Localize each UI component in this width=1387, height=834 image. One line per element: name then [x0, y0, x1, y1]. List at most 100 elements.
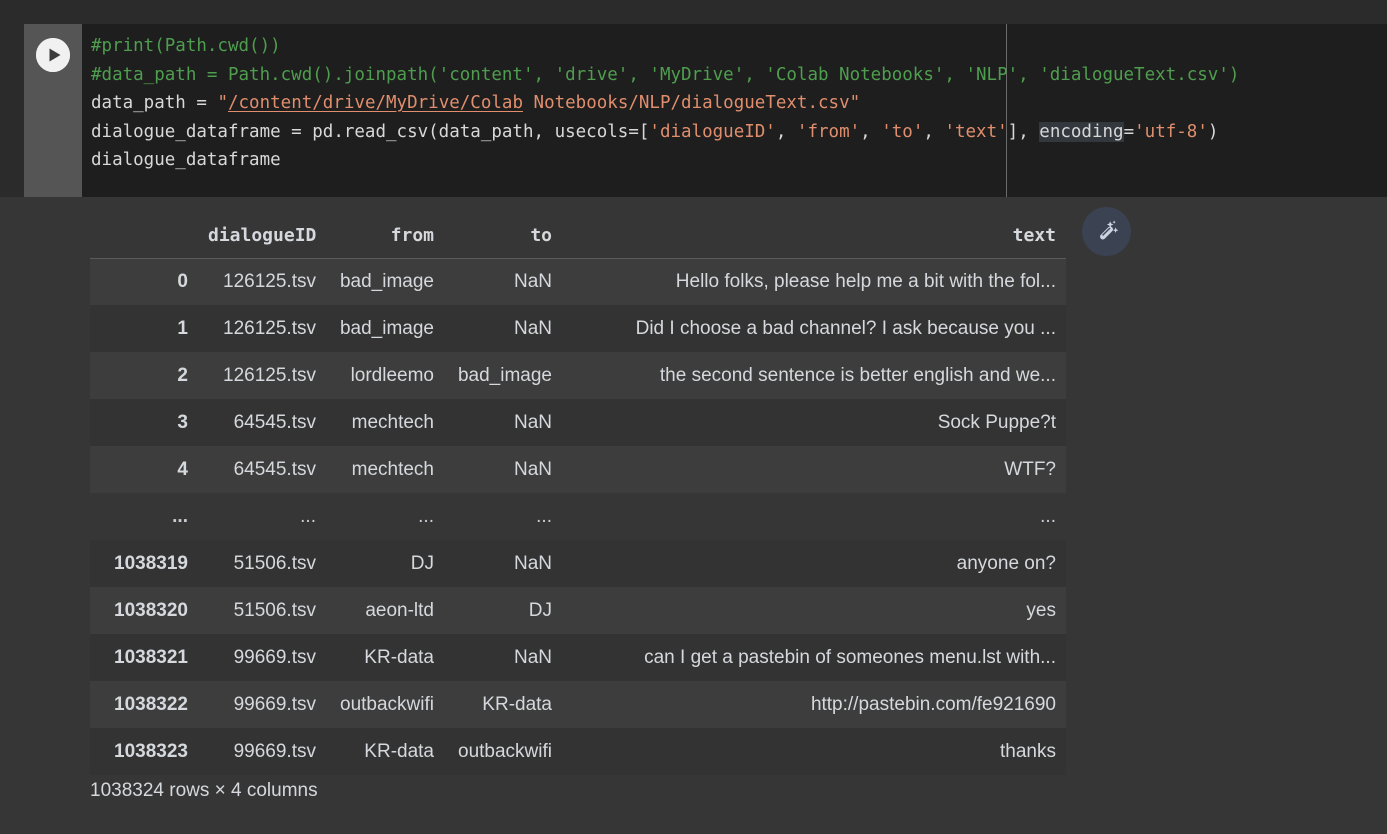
cell-dialogueID: ... [198, 493, 326, 540]
row-index-cell: 1 [90, 305, 198, 352]
code-token: , [775, 121, 797, 142]
cell-text: anyone on? [562, 540, 1066, 587]
code-token: 'dialogueID' [649, 121, 776, 142]
play-icon [36, 38, 70, 72]
cell-to: outbackwifi [444, 728, 562, 775]
cell-to: KR-data [444, 681, 562, 728]
dataframe-table: dialogueID from to text 0 126125.tsv bad_i… [90, 210, 1066, 775]
cell-text: the second sentence is better english an… [562, 352, 1066, 399]
dataframe-ellipsis-row: ............... [90, 493, 1066, 540]
dataframe-row: 1038323 99669.tsv KR-data outbackwifi thanks [90, 728, 1066, 775]
cell-to: ... [444, 493, 562, 540]
column-header-text: text [562, 210, 1066, 259]
code-token: 'utf-8' [1134, 121, 1208, 142]
code-line-2: #data_path = Path.cwd().joinpath('conten… [91, 61, 1387, 90]
cell-text: Did I choose a bad channel? I ask becaus… [562, 305, 1066, 352]
cell-text: ... [562, 493, 1066, 540]
cell-text: Hello folks, please help me a bit with t… [562, 258, 1066, 305]
cell-from: aeon-ltd [326, 587, 444, 634]
cell-output: dialogueID from to text 0 126125.tsv bad_i… [0, 197, 1387, 834]
cell-dialogueID: 126125.tsv [198, 258, 326, 305]
generate-with-ai-button[interactable] [1082, 207, 1131, 256]
cell-dialogueID: 64545.tsv [198, 446, 326, 493]
cell-text: can I get a pastebin of someones menu.ls… [562, 634, 1066, 681]
code-editor[interactable]: #print(Path.cwd()) #data_path = Path.cwd(… [82, 24, 1387, 197]
cell-from: mechtech [326, 399, 444, 446]
row-index-cell: 1038323 [90, 728, 198, 775]
cell-from: outbackwifi [326, 681, 444, 728]
dataframe-row: 2 126125.tsv lordleemo bad_image the second … [90, 352, 1066, 399]
dataframe-row: 3 64545.tsv mechtech NaN Sock Puppe?t [90, 399, 1066, 446]
cell-from: mechtech [326, 446, 444, 493]
dataframe-row: 0 126125.tsv bad_image NaN Hello folks, plea… [90, 258, 1066, 305]
cell-dialogueID: 99669.tsv [198, 634, 326, 681]
cell-dialogueID: 126125.tsv [198, 352, 326, 399]
cell-text: thanks [562, 728, 1066, 775]
magic-wand-icon [1099, 219, 1118, 239]
cell-to: NaN [444, 540, 562, 587]
cell-text: WTF? [562, 446, 1066, 493]
cell-from: KR-data [326, 728, 444, 775]
cell-from: ... [326, 493, 444, 540]
row-index-cell: 1038320 [90, 587, 198, 634]
row-index-cell: 1038321 [90, 634, 198, 681]
cell-text: yes [562, 587, 1066, 634]
cell-dialogueID: 99669.tsv [198, 728, 326, 775]
cell-dialogueID: 64545.tsv [198, 399, 326, 446]
cell-dialogueID: 51506.tsv [198, 587, 326, 634]
code-token: , [860, 121, 882, 142]
notebook-page: #print(Path.cwd()) #data_path = Path.cwd(… [0, 0, 1387, 834]
code-token: /content/drive/MyDrive/Colab [227, 93, 523, 113]
code-token: 'to' [881, 121, 924, 142]
row-index-cell: 1038319 [90, 540, 198, 587]
dataframe-shape-label: 1038324 rows × 4 columns [90, 780, 318, 801]
code-token: 'from' [796, 121, 861, 142]
dataframe-row: 1038321 99669.tsv KR-data NaN can I get a pa… [90, 634, 1066, 681]
cell-to: DJ [444, 587, 562, 634]
dataframe-container: dialogueID from to text 0 126125.tsv bad_i… [90, 210, 1066, 775]
code-token: 'text' [944, 121, 1008, 142]
cell-to: NaN [444, 305, 562, 352]
code-token: dialogue_dataframe [91, 150, 281, 170]
code-token: Notebooks/NLP/dialogueText.csv" [523, 93, 861, 113]
column-header-to: to [444, 210, 562, 259]
code-token: encoding [1039, 121, 1124, 142]
code-token: data_path = [91, 93, 218, 113]
column-header-from: from [326, 210, 444, 259]
row-index-cell: 1038322 [90, 681, 198, 728]
row-index-cell: ... [90, 493, 198, 540]
cell-from: KR-data [326, 634, 444, 681]
dataframe-body: 0 126125.tsv bad_image NaN Hello folks, plea… [90, 258, 1066, 775]
dataframe-row: 1038322 99669.tsv outbackwifi KR-data http:/… [90, 681, 1066, 728]
cell-to: bad_image [444, 352, 562, 399]
dataframe-row: 4 64545.tsv mechtech NaN WTF? [90, 446, 1066, 493]
code-token: dialogue_dataframe = pd.read_csv(data_pa… [91, 121, 650, 142]
row-index-cell: 3 [90, 399, 198, 446]
cell-to: NaN [444, 399, 562, 446]
code-line-1: #print(Path.cwd()) [91, 32, 1387, 61]
code-token: #data_path = Path.cwd().joinpath('conten… [91, 64, 1240, 85]
dataframe-row: 1038320 51506.tsv aeon-ltd DJ yes [90, 587, 1066, 634]
code-cell-gutter [24, 24, 82, 197]
code-token: #print(Path.cwd()) [91, 36, 281, 56]
cell-to: NaN [444, 446, 562, 493]
code-line-4: dialogue_dataframe = pd.read_csv(data_pa… [91, 118, 1387, 147]
cell-dialogueID: 99669.tsv [198, 681, 326, 728]
cell-text: http://pastebin.com/fe921690 [562, 681, 1066, 728]
code-token: ], [1007, 121, 1040, 142]
code-cell: #print(Path.cwd()) #data_path = Path.cwd(… [24, 24, 1387, 197]
dataframe-row: 1038319 51506.tsv DJ NaN anyone on? [90, 540, 1066, 587]
code-token: " [217, 93, 228, 113]
cell-from: bad_image [326, 258, 444, 305]
cell-to: NaN [444, 258, 562, 305]
code-line-3: data_path = "/content/drive/MyDrive/Cola… [91, 89, 1387, 118]
row-index-cell: 0 [90, 258, 198, 305]
code-lines: #print(Path.cwd()) #data_path = Path.cwd(… [91, 32, 1387, 175]
dataframe-row: 1 126125.tsv bad_image NaN Did I choose a ba… [90, 305, 1066, 352]
column-header-dialogueID: dialogueID [198, 210, 326, 259]
code-token: , [923, 121, 945, 142]
cell-from: bad_image [326, 305, 444, 352]
run-cell-button[interactable] [36, 38, 70, 72]
cell-to: NaN [444, 634, 562, 681]
dataframe-head: dialogueID from to text [90, 210, 1066, 259]
